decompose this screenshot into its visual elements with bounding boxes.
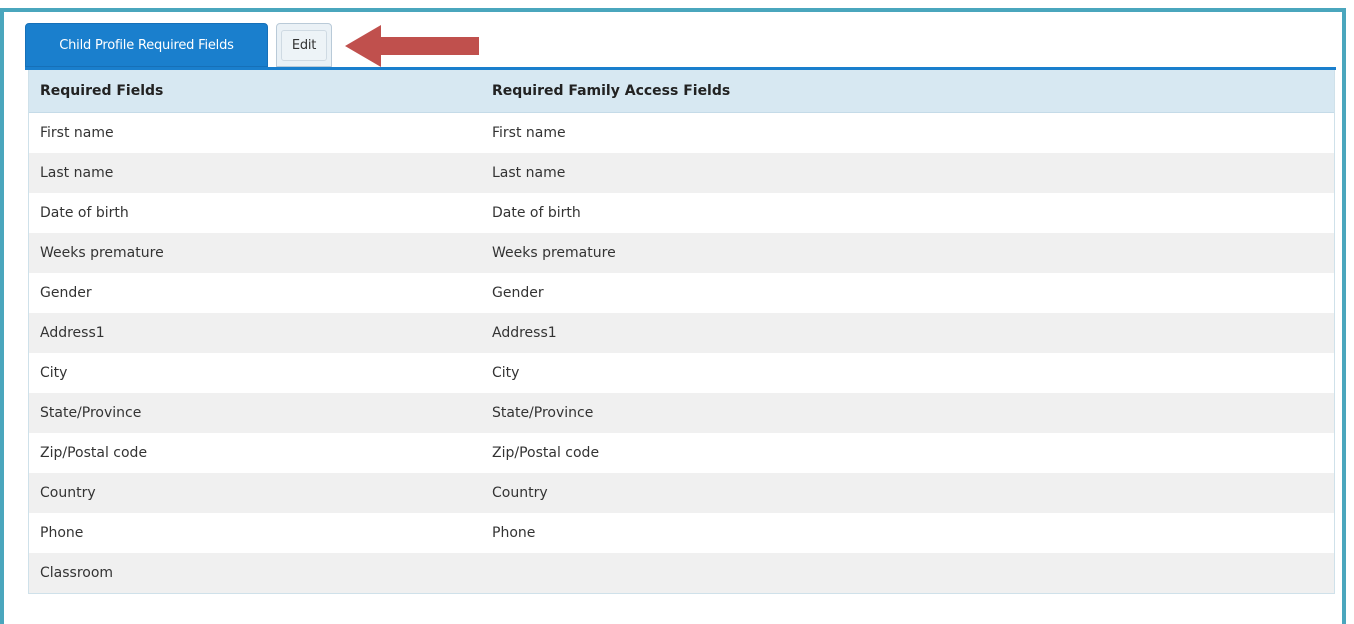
table-row: Date of birth Date of birth <box>29 193 1334 233</box>
column-header-required-family-access-fields: Required Family Access Fields <box>481 70 1334 113</box>
family-access-field-cell: City <box>481 353 1334 393</box>
required-field-cell: Zip/Postal code <box>29 433 481 473</box>
column-header-required-fields: Required Fields <box>29 70 481 113</box>
family-access-field-cell: State/Province <box>481 393 1334 433</box>
required-field-cell: Gender <box>29 273 481 313</box>
tab-label: Child Profile Required Fields <box>59 37 234 53</box>
left-arrow-icon <box>345 25 479 67</box>
tab-child-profile-required-fields[interactable]: Child Profile Required Fields <box>25 23 268 67</box>
table-row: Weeks premature Weeks premature <box>29 233 1334 273</box>
table-row: First name First name <box>29 112 1334 153</box>
table-row: Classroom <box>29 553 1334 593</box>
required-field-cell: Classroom <box>29 553 481 593</box>
required-field-cell: Last name <box>29 153 481 193</box>
required-field-cell: City <box>29 353 481 393</box>
required-field-cell: Date of birth <box>29 193 481 233</box>
required-field-cell: State/Province <box>29 393 481 433</box>
table-header-row: Required Fields Required Family Access F… <box>29 70 1334 113</box>
required-field-cell: First name <box>29 112 481 153</box>
table-row: Zip/Postal code Zip/Postal code <box>29 433 1334 473</box>
family-access-field-cell: Last name <box>481 153 1334 193</box>
required-fields-table: Required Fields Required Family Access F… <box>28 70 1335 594</box>
family-access-field-cell: Gender <box>481 273 1334 313</box>
required-field-cell: Country <box>29 473 481 513</box>
required-field-cell: Weeks premature <box>29 233 481 273</box>
family-access-field-cell: Zip/Postal code <box>481 433 1334 473</box>
table-row: Phone Phone <box>29 513 1334 553</box>
table-row: Last name Last name <box>29 153 1334 193</box>
table-row: Country Country <box>29 473 1334 513</box>
table-row: City City <box>29 353 1334 393</box>
family-access-field-cell: Address1 <box>481 313 1334 353</box>
required-field-cell: Address1 <box>29 313 481 353</box>
required-field-cell: Phone <box>29 513 481 553</box>
tab-label: Edit <box>280 29 328 61</box>
table-row: State/Province State/Province <box>29 393 1334 433</box>
table-row: Gender Gender <box>29 273 1334 313</box>
family-access-field-cell <box>481 553 1334 593</box>
family-access-field-cell: Phone <box>481 513 1334 553</box>
family-access-field-cell: Weeks premature <box>481 233 1334 273</box>
family-access-field-cell: Country <box>481 473 1334 513</box>
family-access-field-cell: First name <box>481 112 1334 153</box>
family-access-field-cell: Date of birth <box>481 193 1334 233</box>
table-row: Address1 Address1 <box>29 313 1334 353</box>
tab-edit[interactable]: Edit <box>276 23 332 67</box>
tab-bar: Child Profile Required Fields Edit <box>25 21 1225 71</box>
